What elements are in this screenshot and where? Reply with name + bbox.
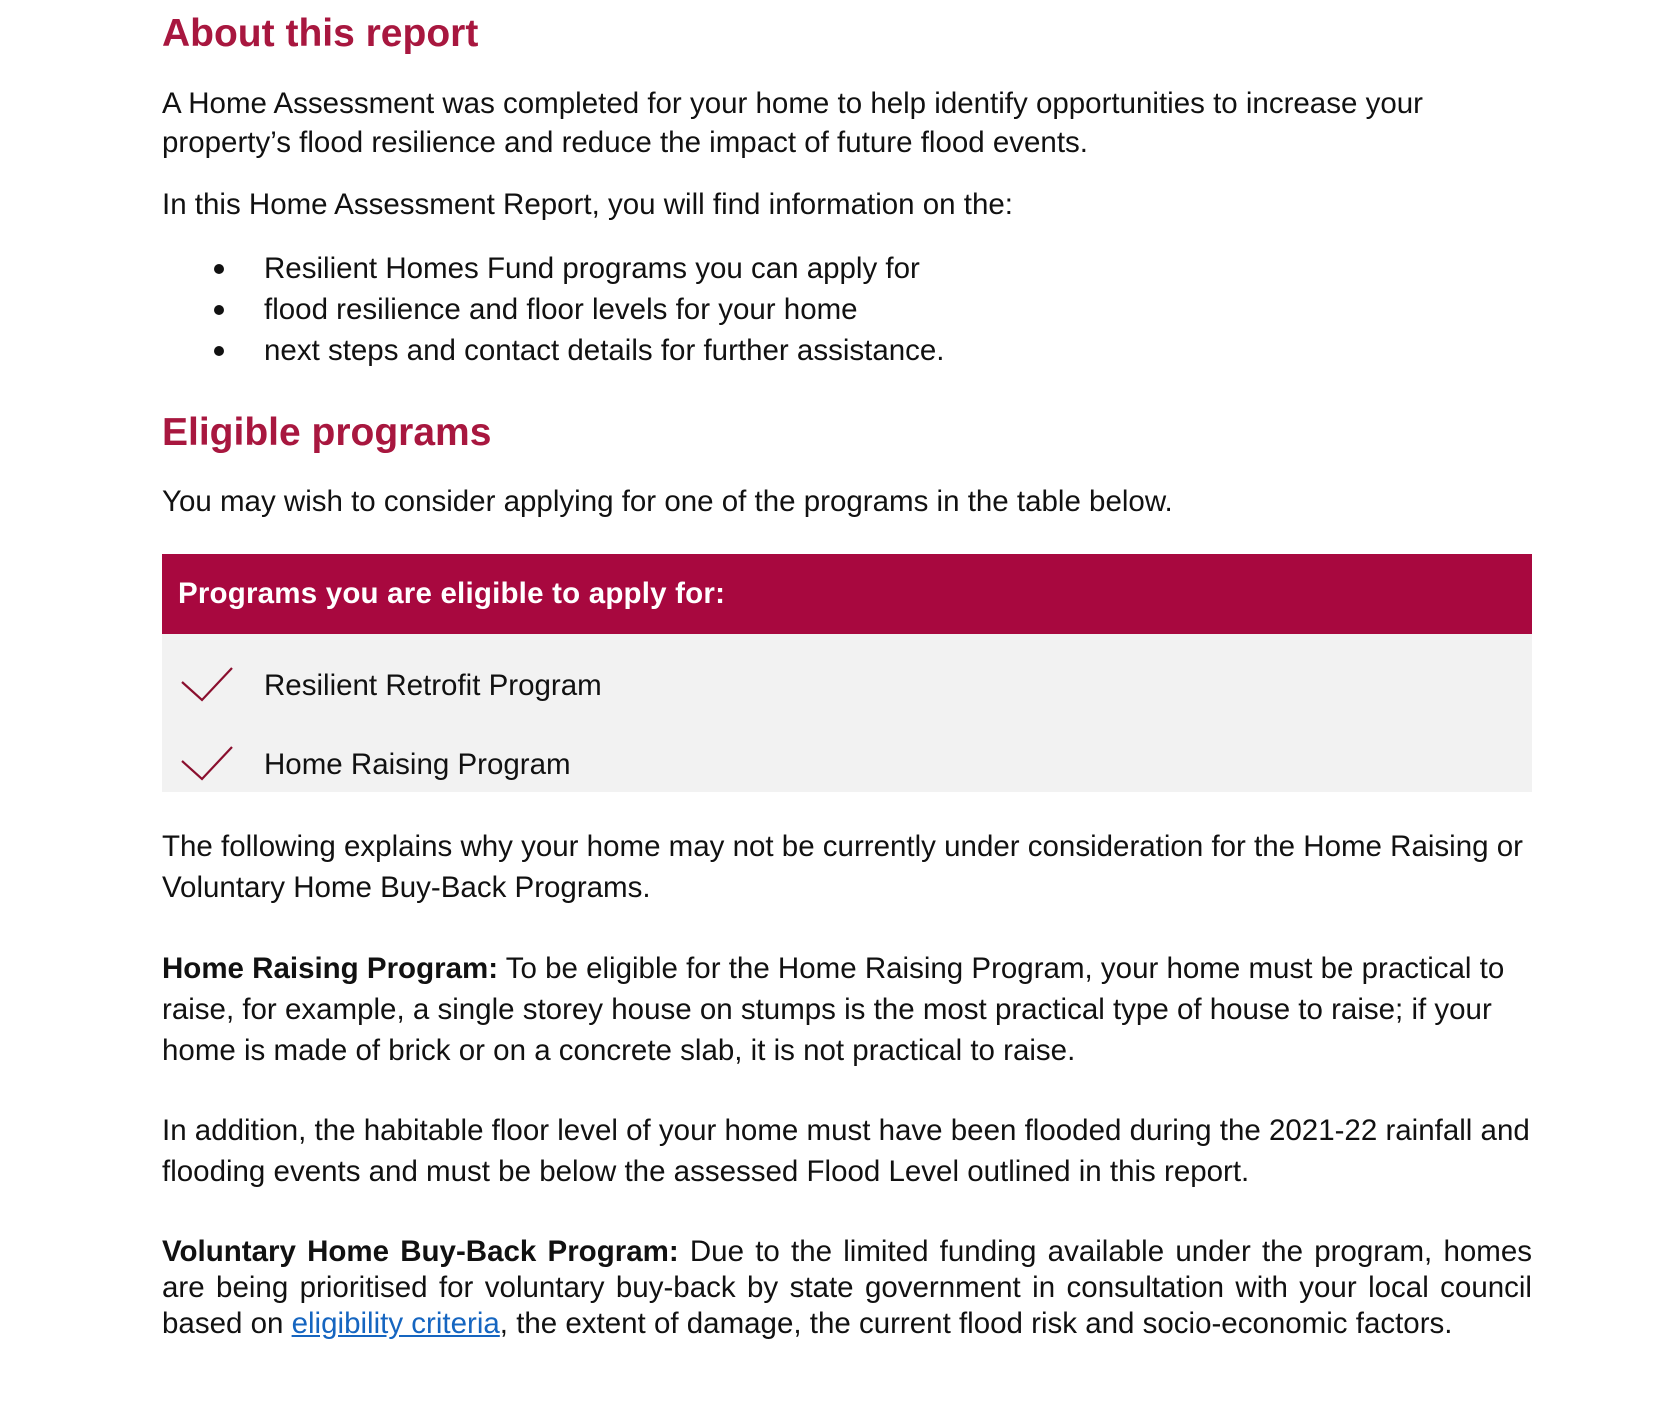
bullet-item: next steps and contact details for furth… xyxy=(162,330,1532,371)
eligibility-criteria-link[interactable]: eligibility criteria xyxy=(292,1307,500,1340)
about-lead-in: In this Home Assessment Report, you will… xyxy=(162,188,1013,221)
checkmark-icon xyxy=(181,746,233,781)
bullet-dot-icon xyxy=(214,264,224,274)
bullet-dot-icon xyxy=(214,305,224,315)
about-heading: About this report xyxy=(162,12,479,55)
explanation-paragraph: The following explains why your home may… xyxy=(162,830,1523,904)
eligible-programs-table: Programs you are eligible to apply for: … xyxy=(162,554,1532,792)
table-row: Home Raising Program xyxy=(162,735,1532,795)
about-bullet-list: Resilient Homes Fund programs you can ap… xyxy=(162,248,1532,371)
buyback-label: Voluntary Home Buy-Back Program: xyxy=(162,1235,679,1268)
bullet-text: next steps and contact details for furth… xyxy=(264,334,945,367)
bullet-dot-icon xyxy=(214,346,224,356)
buyback-text-after: , the extent of damage, the current floo… xyxy=(499,1307,1453,1340)
program-name: Resilient Retrofit Program xyxy=(264,669,602,702)
bullet-item: Resilient Homes Fund programs you can ap… xyxy=(162,248,1532,289)
table-row: Resilient Retrofit Program xyxy=(162,656,1532,716)
table-body: Resilient Retrofit Program Home Raising … xyxy=(162,634,1532,792)
bullet-text: Resilient Homes Fund programs you can ap… xyxy=(264,252,920,285)
checkmark-icon xyxy=(181,667,233,702)
about-intro-paragraph: A Home Assessment was completed for your… xyxy=(162,87,1423,159)
bullet-item: flood resilience and floor levels for yo… xyxy=(162,289,1532,330)
home-raising-label: Home Raising Program: xyxy=(162,952,499,985)
table-header: Programs you are eligible to apply for: xyxy=(162,554,1532,634)
eligible-intro: You may wish to consider applying for on… xyxy=(162,485,1173,518)
program-name: Home Raising Program xyxy=(264,748,571,781)
eligible-programs-heading: Eligible programs xyxy=(162,411,492,454)
buyback-paragraph: Voluntary Home Buy-Back Program: Due to … xyxy=(162,1234,1532,1342)
home-raising-addition: In addition, the habitable floor level o… xyxy=(162,1114,1530,1188)
home-raising-paragraph: Home Raising Program: To be eligible for… xyxy=(162,948,1532,1071)
bullet-text: flood resilience and floor levels for yo… xyxy=(264,293,858,326)
